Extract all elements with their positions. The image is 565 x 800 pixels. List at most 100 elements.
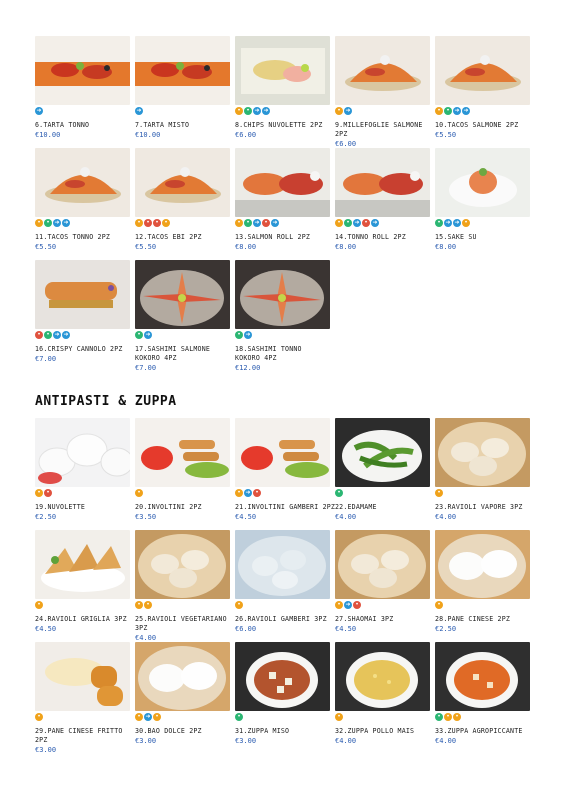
- dish-photo: [235, 260, 330, 329]
- allergen-icon: •: [44, 489, 52, 497]
- menu-item-card[interactable]: • 28.PANE CINESE 2PZ €2.50: [435, 530, 530, 642]
- dish-photo: [235, 642, 330, 711]
- dish-photo: [435, 418, 530, 487]
- menu-item-card[interactable]: • 23.RAVIOLI VAPORE 3PZ €4.00: [435, 418, 530, 530]
- allergen-icon: •: [444, 107, 452, 115]
- dish-price: €12.00: [235, 364, 261, 372]
- allergen-icons: ➜: [135, 107, 230, 115]
- menu-item-card[interactable]: • • ➜ ➜ 8.CHIPS NUVOLETTE 2PZ €6.00: [235, 36, 330, 148]
- allergen-icon: •: [244, 219, 252, 227]
- dish-price: €5.50: [135, 243, 157, 251]
- allergen-icon: •: [435, 219, 443, 227]
- menu-item-card[interactable]: • • ➜ ➜ 11.TACOS TONNO 2PZ €5.50: [35, 148, 130, 260]
- dish-name: 33.ZUPPA AGROPICCANTE: [435, 727, 523, 735]
- menu-item-card[interactable]: • • 25.RAVIOLI VEGETARIANO 3PZ €4.00: [135, 530, 230, 642]
- menu-item-card[interactable]: • ➜ ➜ • 15.SAKE SU €8.00: [435, 148, 530, 260]
- allergen-icon: •: [253, 489, 261, 497]
- menu-item-card[interactable]: • 20.INVOLTINI 2PZ €3.50: [135, 418, 230, 530]
- dish-price: €2.50: [435, 625, 457, 633]
- menu-item-card[interactable]: • ➜ 17.SASHIMI SALMONE KOKORO 4PZ €7.00: [135, 260, 230, 372]
- allergen-icon: •: [135, 331, 143, 339]
- dish-name: 18.SASHIMI TONNO KOKORO 4PZ: [235, 345, 302, 362]
- allergen-icon: ➜: [244, 489, 252, 497]
- allergen-icon: •: [335, 489, 343, 497]
- dish-photo: [135, 642, 230, 711]
- dish-price: €3.00: [35, 746, 57, 754]
- menu-item-card[interactable]: • • ➜ • ➜ 14.TONNO ROLL 2PZ €8.00: [335, 148, 430, 260]
- dish-name: 8.CHIPS NUVOLETTE 2PZ: [235, 121, 323, 129]
- menu-item-card[interactable]: • 32.ZUPPA POLLO MAIS €4.00: [335, 642, 430, 754]
- menu-item-card[interactable]: • 29.PANE CINESE FRITTO 2PZ €3.00: [35, 642, 130, 754]
- dish-price: €7.00: [135, 364, 157, 372]
- dish-name: 30.BAO DOLCE 2PZ: [135, 727, 202, 735]
- dish-photo: [435, 148, 530, 217]
- dish-price: €8.00: [435, 243, 457, 251]
- allergen-icons: • • ➜ ➜: [35, 331, 130, 339]
- dish-photo: [335, 530, 430, 599]
- section-title: ANTIPASTI & ZUPPA: [35, 394, 177, 409]
- menu-item-card[interactable]: • ➜ • 27.SHAOMAI 3PZ €4.50: [335, 530, 430, 642]
- dish-price: €4.00: [435, 737, 457, 745]
- allergen-icon: ➜: [344, 107, 352, 115]
- allergen-icon: •: [135, 489, 143, 497]
- menu-item-card[interactable]: • ➜ • 30.BAO DOLCE 2PZ €3.00: [135, 642, 230, 754]
- allergen-icon: •: [435, 107, 443, 115]
- menu-item-card[interactable]: • ➜ 9.MILLEFOGLIE SALMONE 2PZ €6.00: [335, 36, 430, 148]
- allergen-icon: •: [344, 219, 352, 227]
- allergen-icon: •: [262, 219, 270, 227]
- dish-photo: [335, 642, 430, 711]
- menu-item-card[interactable]: • • ➜ • ➜ 13.SALMON ROLL 2PZ €8.00: [235, 148, 330, 260]
- allergen-icon: •: [35, 713, 43, 721]
- allergen-icons: • ➜: [235, 331, 330, 339]
- dish-photo: [335, 148, 430, 217]
- menu-item-card[interactable]: • • • • 12.TACOS EBI 2PZ €5.50: [135, 148, 230, 260]
- menu-item-card[interactable]: • ➜ • 21.INVOLTINI GAMBERI 2PZ €4.50: [235, 418, 335, 530]
- dish-name: 23.RAVIOLI VAPORE 3PZ: [435, 503, 523, 511]
- allergen-icon: •: [435, 601, 443, 609]
- menu-item-card[interactable]: ➜ 7.TARTA MISTO €10.00: [135, 36, 230, 148]
- dish-photo: [335, 36, 430, 105]
- menu-item-card[interactable]: • • ➜ ➜ 10.TACOS SALMONE 2PZ €5.50: [435, 36, 530, 148]
- menu-item-card[interactable]: • • • 33.ZUPPA AGROPICCANTE €4.00: [435, 642, 530, 754]
- menu-item-card[interactable]: • 22.EDAMAME €4.00: [335, 418, 430, 530]
- dish-name: 6.TARTA TONNO: [35, 121, 90, 129]
- allergen-icons: •: [435, 489, 530, 497]
- allergen-icons: •: [335, 713, 430, 721]
- dish-price: €3.50: [135, 513, 157, 521]
- dish-photo: [135, 530, 230, 599]
- menu-item-card[interactable]: • 26.RAVIOLI GAMBERI 3PZ €6.00: [235, 530, 330, 642]
- allergen-icon: ➜: [271, 219, 279, 227]
- allergen-icon: ➜: [135, 107, 143, 115]
- allergen-icon: •: [44, 331, 52, 339]
- allergen-icons: • • ➜ ➜: [35, 219, 130, 227]
- allergen-icons: •: [335, 489, 430, 497]
- allergen-icons: • ➜: [135, 331, 230, 339]
- allergen-icon: •: [235, 331, 243, 339]
- dish-photo: [435, 642, 530, 711]
- dish-photo: [135, 36, 230, 105]
- allergen-icon: •: [162, 219, 170, 227]
- menu-item-card[interactable]: • • 19.NUVOLETTE €2.50: [35, 418, 130, 530]
- dish-photo: [435, 530, 530, 599]
- menu-item-card[interactable]: • 24.RAVIOLI GRIGLIA 3PZ €4.50: [35, 530, 130, 642]
- allergen-icon: •: [235, 107, 243, 115]
- dish-price: €3.00: [235, 737, 257, 745]
- allergen-icon: •: [153, 713, 161, 721]
- menu-item-card[interactable]: • ➜ 18.SASHIMI TONNO KOKORO 4PZ €12.00: [235, 260, 330, 372]
- menu-item-card[interactable]: • • ➜ ➜ 16.CRISPY CANNOLO 2PZ €7.00: [35, 260, 130, 372]
- allergen-icon: ➜: [462, 107, 470, 115]
- dish-price: €10.00: [135, 131, 161, 139]
- allergen-icons: • ➜ ➜ •: [435, 219, 530, 227]
- allergen-icon: •: [135, 219, 143, 227]
- allergen-icons: • • ➜ • ➜: [235, 219, 330, 227]
- allergen-icon: •: [235, 489, 243, 497]
- allergen-icon: •: [462, 219, 470, 227]
- dish-price: €7.00: [35, 355, 57, 363]
- menu-item-card[interactable]: ➜ 6.TARTA TONNO €10.00: [35, 36, 130, 148]
- dish-photo: [35, 260, 130, 329]
- allergen-icons: •: [235, 713, 330, 721]
- allergen-icon: ➜: [53, 331, 61, 339]
- menu-item-card[interactable]: • 31.ZUPPA MISO €3.00: [235, 642, 330, 754]
- dish-price: €4.50: [335, 625, 357, 633]
- dish-price: €6.00: [235, 625, 257, 633]
